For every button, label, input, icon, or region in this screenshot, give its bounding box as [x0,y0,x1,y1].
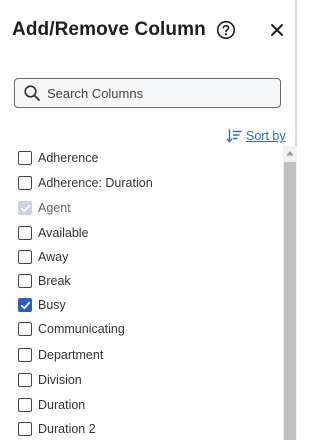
column-option-busy[interactable]: Busy [18,295,66,315]
column-option-communicating[interactable]: Communicating [18,319,125,339]
column-option-label: Adherence [38,151,99,165]
column-option-away[interactable]: Away [18,247,68,267]
column-option-label: Duration [38,398,86,412]
search-icon [23,84,41,102]
checkbox[interactable] [18,176,32,190]
checkbox-checked[interactable] [18,298,32,312]
column-option-label: Busy [38,298,66,312]
checkbox[interactable] [18,226,32,240]
column-option-available[interactable]: Available [18,223,89,243]
column-option-label: Communicating [38,322,125,336]
column-option-label: Agent [38,201,71,215]
checkbox[interactable] [18,274,32,288]
column-option-label: Department [38,348,104,362]
panel-title: Add/Remove Column [12,19,206,40]
column-option-adherence-duration[interactable]: Adherence: Duration [18,173,153,193]
sort-by-link[interactable]: Sort by [226,128,286,144]
checkbox[interactable] [18,322,32,336]
column-option-agent: Agent [18,198,71,218]
close-icon[interactable] [269,22,285,38]
check-icon [20,204,30,212]
column-option-label: Adherence: Duration [38,176,153,190]
scroll-up-arrow-icon[interactable] [283,150,297,160]
column-option-division[interactable]: Division [18,370,82,390]
checkbox[interactable] [18,348,32,362]
column-option-label: Division [38,373,82,387]
checkbox-disabled [18,201,32,215]
help-icon[interactable] [216,20,236,40]
checkbox[interactable] [18,151,32,165]
search-input[interactable] [47,81,280,105]
add-remove-column-panel: Add/Remove Column Search Columns Sort by… [0,0,297,440]
panel-header: Add/Remove Column [12,18,236,42]
column-option-label: Break [38,274,71,288]
column-option-duration[interactable]: Duration [18,395,85,415]
scrollbar-thumb[interactable] [284,162,296,440]
column-option-break[interactable]: Break [18,271,71,291]
column-option-department[interactable]: Department [18,345,103,365]
column-option-label: Away [38,250,69,264]
column-list-scrollbar[interactable] [283,146,297,440]
checkbox[interactable] [18,373,32,387]
search-box [14,78,281,108]
column-list: Adherence Adherence: Duration Agent Avai… [0,146,283,440]
check-icon [20,301,30,309]
column-option-label: Duration 2 [38,422,96,436]
column-option-duration-2[interactable]: Duration 2 [18,419,96,439]
checkbox[interactable] [18,398,32,412]
sort-by-label: Sort by [246,129,286,143]
column-option-adherence[interactable]: Adherence [18,148,98,168]
column-option-label: Available [38,226,89,240]
sort-descending-icon [226,128,242,144]
checkbox[interactable] [18,422,32,436]
checkbox[interactable] [18,250,32,264]
